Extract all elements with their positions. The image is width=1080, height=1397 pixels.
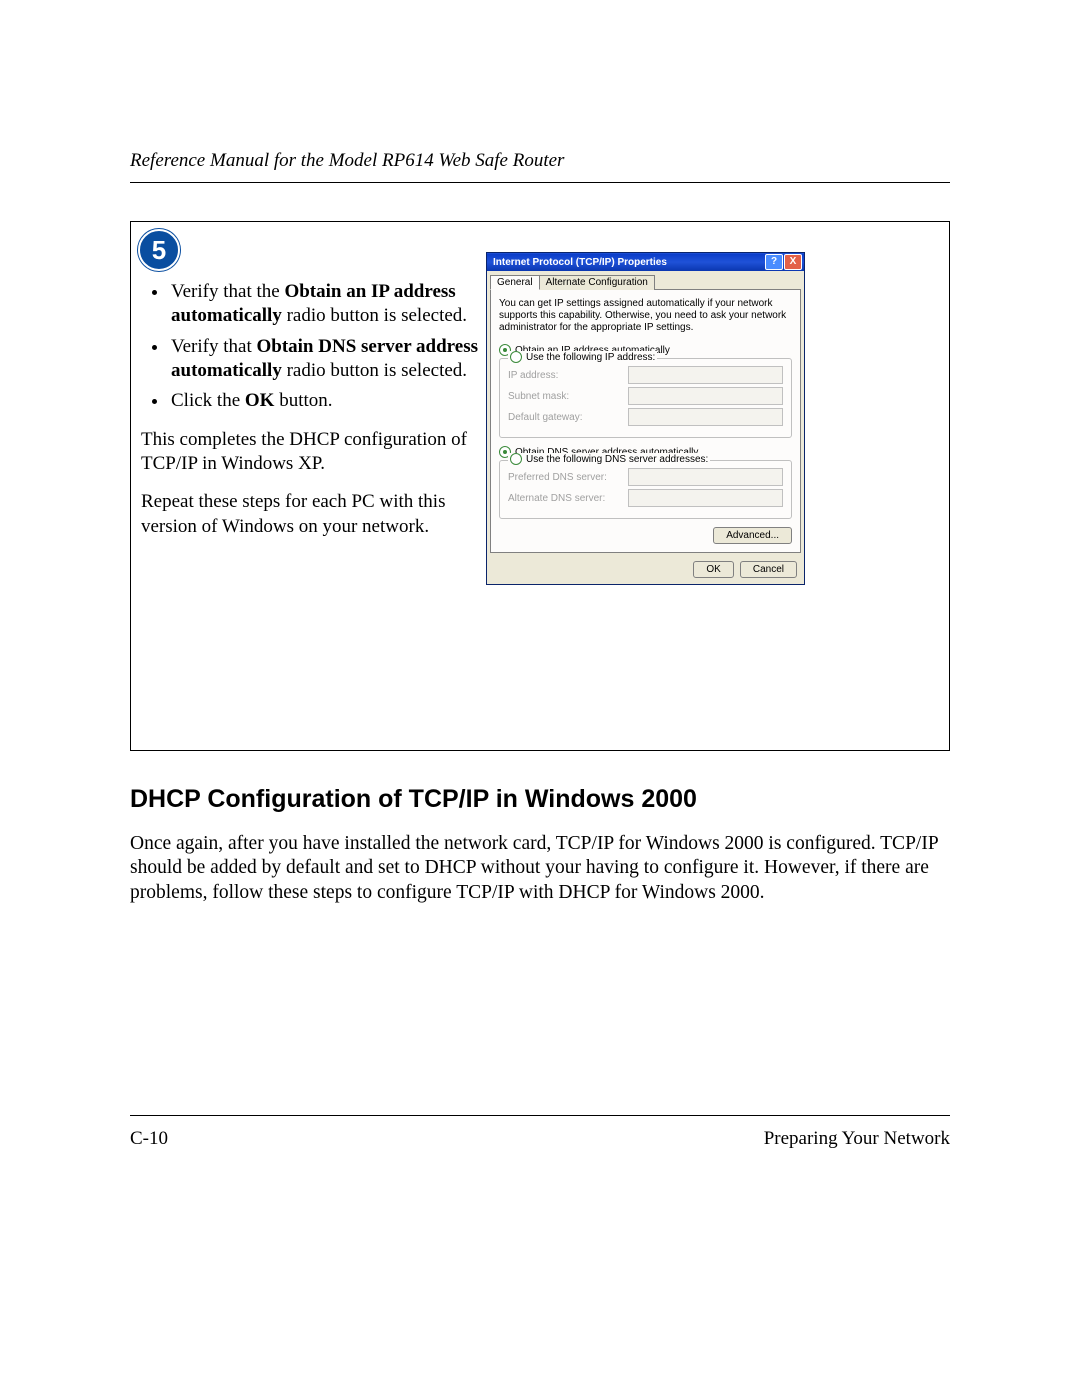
tab-alternate-configuration[interactable]: Alternate Configuration [539,275,655,290]
input-subnet-mask [628,387,783,405]
text: button. [274,390,332,411]
step-summary-2: Repeat these steps for each PC with this… [141,490,486,539]
input-alternate-dns [628,489,783,507]
section-paragraph: Once again, after you have installed the… [130,832,950,905]
input-default-gateway [628,408,783,426]
advanced-button[interactable]: Advanced... [713,527,792,544]
close-icon[interactable]: X [784,254,802,270]
label-preferred-dns: Preferred DNS server: [508,472,628,483]
text: radio button is selected. [282,360,467,381]
step-number-badge: 5 [138,229,180,271]
bullet-click-ok: Click the OK button. [169,389,486,413]
radio-icon [510,351,522,363]
text: Verify that the [171,281,284,302]
section-heading: DHCP Configuration of TCP/IP in Windows … [130,785,950,814]
input-ip-address [628,366,783,384]
tcpip-properties-dialog: Internet Protocol (TCP/IP) Properties ? … [486,252,805,585]
ok-button[interactable]: OK [693,561,733,578]
cancel-button[interactable]: Cancel [740,561,797,578]
bullet-verify-dns: Verify that Obtain DNS server address au… [169,335,486,384]
input-preferred-dns [628,468,783,486]
step-instructions: Verify that the Obtain an IP address aut… [131,222,486,750]
radio-use-dns[interactable]: Use the following DNS server addresses: [508,453,710,465]
radio-icon [510,453,522,465]
radio-label: Use the following DNS server addresses: [526,454,708,465]
radio-use-ip[interactable]: Use the following IP address: [508,351,657,363]
radio-label: Use the following IP address: [526,352,655,363]
dialog-description: You can get IP settings assigned automat… [499,298,792,334]
text: Click the [171,390,245,411]
text: radio button is selected. [282,305,467,326]
dialog-title: Internet Protocol (TCP/IP) Properties [493,257,765,268]
label-default-gateway: Default gateway: [508,412,628,423]
step-figure-box: 5 Verify that the Obtain an IP address a… [130,221,950,751]
label-subnet-mask: Subnet mask: [508,391,628,402]
page-number: C-10 [130,1128,168,1150]
step-summary-1: This completes the DHCP configuration of… [141,428,486,477]
label-ip-address: IP address: [508,370,628,381]
text: Verify that [171,336,256,357]
label-alternate-dns: Alternate DNS server: [508,493,628,504]
chapter-title: Preparing Your Network [764,1128,950,1150]
bullet-verify-ip: Verify that the Obtain an IP address aut… [169,280,486,329]
help-icon[interactable]: ? [765,254,783,270]
tab-general[interactable]: General [490,275,540,290]
text-bold: OK [245,390,275,411]
dialog-titlebar[interactable]: Internet Protocol (TCP/IP) Properties ? … [487,253,804,271]
running-header: Reference Manual for the Model RP614 Web… [130,150,950,183]
